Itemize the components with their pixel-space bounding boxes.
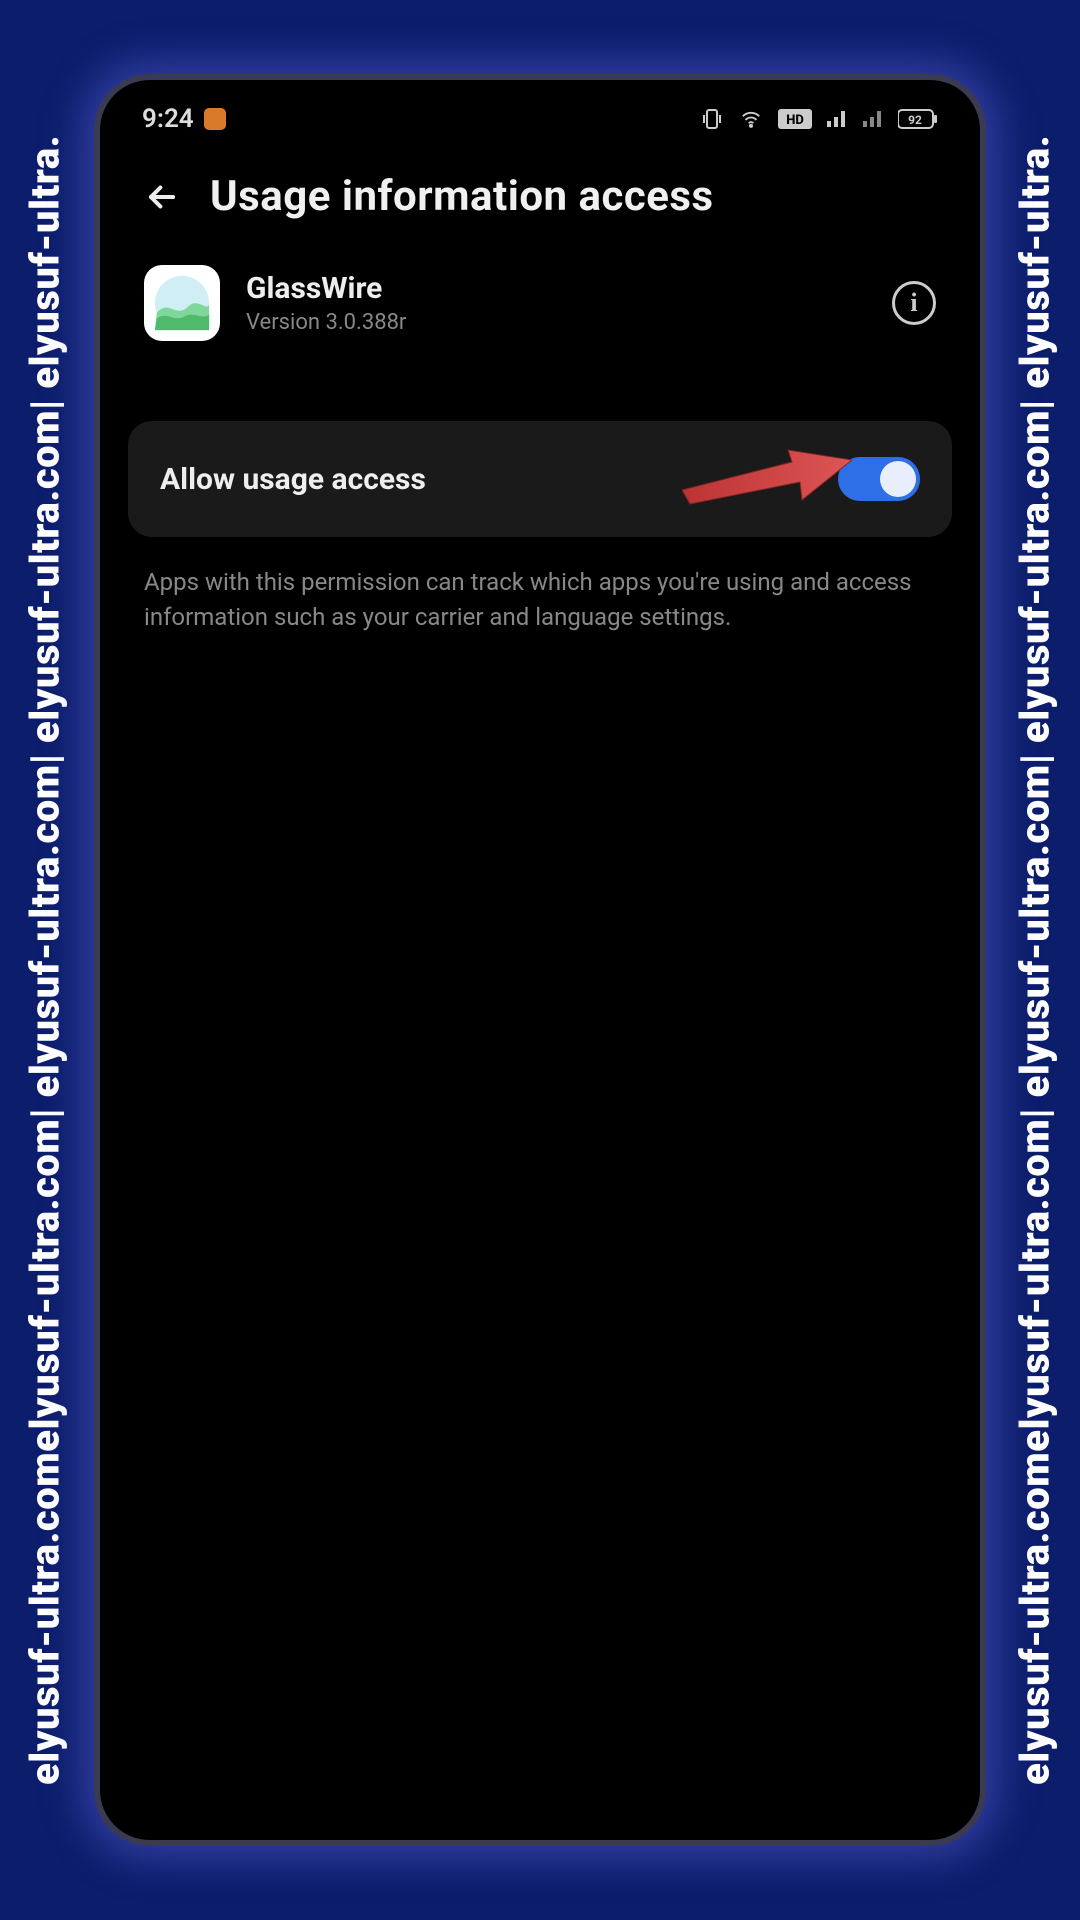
app-version: Version 3.0.388r [246,310,866,335]
signal-icon-2 [862,109,884,129]
notification-dot-icon [204,108,226,130]
annotation-arrow-icon [682,442,852,516]
signal-icon [826,109,848,129]
svg-text:HD: HD [786,113,804,128]
wifi-icon [738,108,764,130]
battery-icon: 92 [898,109,938,129]
watermark-left: elyusuf-ultra.comelyusuf-ultra.com| elyu… [0,0,90,1920]
svg-text:92: 92 [908,113,922,127]
permission-description: Apps with this permission can track whic… [100,537,980,663]
info-icon: i [910,288,917,318]
status-time: 9:24 [142,104,194,134]
volte-icon: HD [778,109,812,129]
status-right: HD 92 [700,107,938,131]
phone-frame: 9:24 HD 92 [100,80,980,1840]
arrow-left-icon [143,178,181,216]
status-left: 9:24 [142,104,226,134]
app-name: GlassWire [246,271,866,306]
allow-usage-access-row[interactable]: Allow usage access [128,421,952,537]
page-header: Usage information access [100,142,980,241]
app-row: GlassWire Version 3.0.388r i [100,241,980,371]
back-button[interactable] [140,175,184,219]
vibrate-icon [700,107,724,131]
status-bar: 9:24 HD 92 [100,80,980,142]
page-title: Usage information access [210,172,714,221]
app-info: GlassWire Version 3.0.388r [246,271,866,335]
watermark-right: elyusuf-ultra.comelyusuf-ultra.com| elyu… [990,0,1080,1920]
setting-label: Allow usage access [160,462,426,497]
allow-usage-access-toggle[interactable] [838,457,920,501]
app-icon [144,265,220,341]
app-info-button[interactable]: i [892,281,936,325]
toggle-thumb [880,461,916,497]
